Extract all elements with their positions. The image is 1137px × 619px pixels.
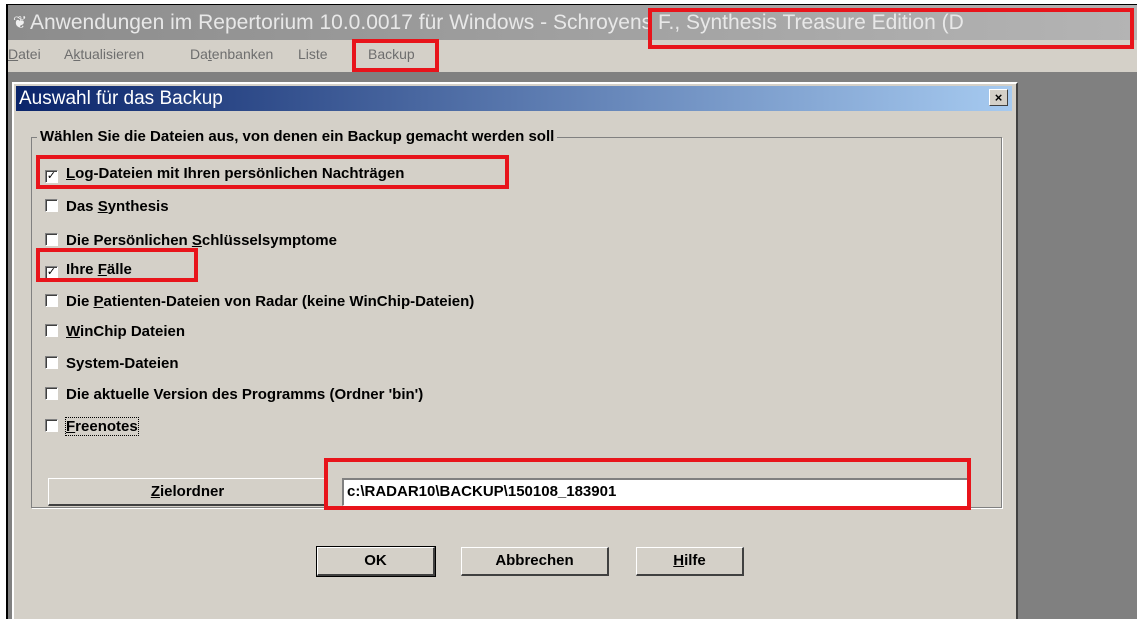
dialog-titlebar[interactable]: Auswahl für das Backup × [16, 86, 1012, 111]
highlight-backup-menu [352, 39, 439, 72]
checkbox-box[interactable] [45, 419, 58, 432]
checkbox-box[interactable] [45, 294, 58, 307]
checkbox-patienten-dateien[interactable]: Die Patienten-Dateien von Radar (keine W… [45, 291, 474, 313]
help-button[interactable]: Hilfe [636, 547, 744, 576]
menu-aktualisieren[interactable]: Aktualisieren [64, 40, 144, 68]
menu-datei[interactable]: Datei [8, 40, 41, 68]
radar-app-icon: ❦ [12, 13, 28, 32]
checkbox-box[interactable] [45, 356, 58, 369]
highlight-target-path [324, 458, 971, 510]
close-icon: × [994, 90, 1003, 105]
checkbox-freenotes[interactable]: Freenotes [45, 416, 139, 438]
checkbox-box[interactable] [45, 387, 58, 400]
menu-datenbanken[interactable]: Datenbanken [190, 40, 273, 68]
group-label: Wählen Sie die Dateien aus, von denen ei… [37, 128, 558, 145]
zielordner-button[interactable]: Zielordner [48, 478, 328, 506]
ok-button[interactable]: OK [316, 546, 436, 577]
checkbox-synthesis[interactable]: Das Synthesis [45, 196, 169, 218]
checkbox-box[interactable] [45, 199, 58, 212]
app-window: ❦ Anwendungen im Repertorium 10.0.0017 fü… [6, 4, 1137, 619]
dialog-title: Auswahl für das Backup [19, 88, 223, 109]
checkbox-box[interactable] [45, 324, 58, 337]
checkbox-programm-version[interactable]: Die aktuelle Version des Programms (Ordn… [45, 384, 423, 406]
close-button[interactable]: × [989, 89, 1008, 106]
menu-liste[interactable]: Liste [298, 40, 328, 68]
checkbox-system-dateien[interactable]: System-Dateien [45, 353, 179, 375]
highlight-ihre-faelle [36, 248, 198, 282]
highlight-log-dateien [36, 155, 509, 189]
cancel-button[interactable]: Abbrechen [461, 547, 609, 576]
highlight-title-edition [648, 8, 1134, 49]
checkbox-box[interactable] [45, 233, 58, 246]
checkbox-winchip[interactable]: WinChip Dateien [45, 321, 185, 343]
